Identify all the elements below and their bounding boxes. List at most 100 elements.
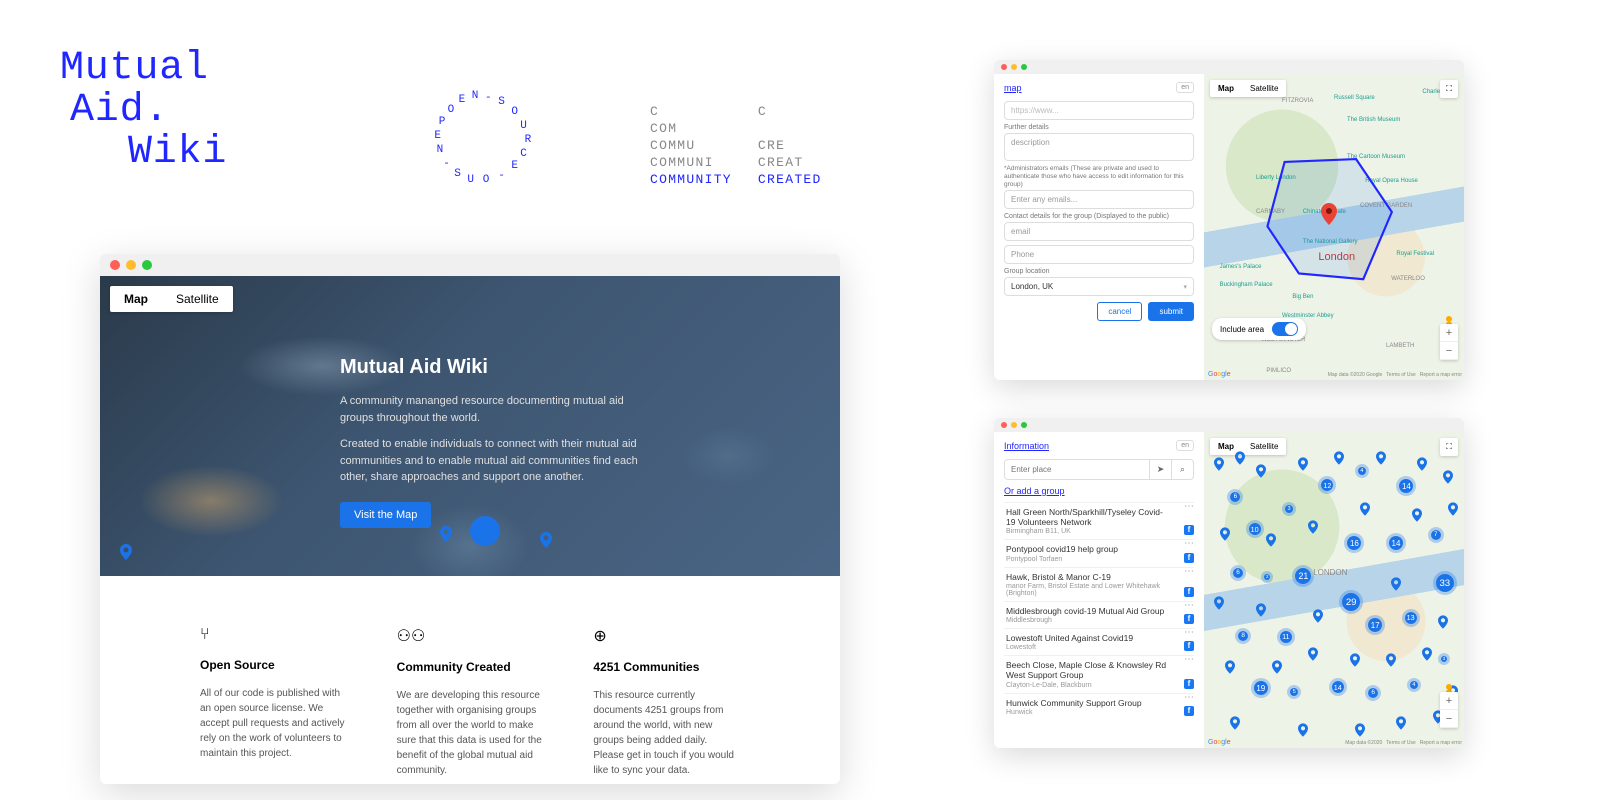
map-pin-icon[interactable] (1412, 508, 1422, 522)
cluster-marker[interactable]: 17 (1365, 615, 1385, 635)
group-list-item[interactable]: Middlesbrough covid-19 Mutual Aid Group … (1004, 601, 1194, 628)
group-list-item[interactable]: Lowestoft United Against Covid19 Lowesto… (1004, 628, 1194, 655)
facebook-icon[interactable]: f (1184, 525, 1194, 535)
zoom-in-button[interactable]: + (1440, 692, 1458, 710)
minimize-dot[interactable] (1011, 422, 1017, 428)
cluster-marker[interactable]: 12 (1318, 476, 1336, 494)
map-pin-icon[interactable] (1443, 470, 1453, 484)
more-icon[interactable]: ⋯ (1184, 658, 1194, 661)
cluster-marker[interactable]: 4 (1407, 678, 1421, 692)
cluster-marker[interactable]: 6 (1365, 685, 1381, 701)
group-list-item[interactable]: Pontypool covid19 help group Pontypool T… (1004, 539, 1194, 566)
phone-input[interactable]: Phone (1004, 245, 1194, 264)
map-pin-icon[interactable] (1256, 603, 1266, 617)
map-pin-icon[interactable] (1355, 723, 1365, 737)
map-pin-icon[interactable] (1448, 502, 1458, 516)
cluster-marker[interactable]: 14 (1386, 533, 1406, 553)
include-area-toggle[interactable]: Include area (1212, 318, 1306, 340)
cluster-marker[interactable]: 7 (1428, 527, 1444, 543)
location-pin-icon[interactable] (1321, 203, 1337, 225)
place-search-input[interactable] (1005, 460, 1149, 479)
map-pin-icon[interactable] (1438, 615, 1448, 629)
close-dot[interactable] (110, 260, 120, 270)
map-pin-icon[interactable] (1235, 451, 1245, 465)
visit-map-button[interactable]: Visit the Map (340, 502, 431, 528)
cluster-marker[interactable]: 13 (1402, 609, 1420, 627)
group-list-item[interactable]: Hunwick Community Support Group Hunwick … (1004, 693, 1194, 720)
map-tab-link[interactable]: map (1004, 83, 1022, 93)
location-select[interactable]: London, UK ▾ (1004, 277, 1194, 296)
close-dot[interactable] (1001, 422, 1007, 428)
zoom-in-button[interactable]: + (1440, 324, 1458, 342)
cluster-marker[interactable]: 4 (1355, 464, 1369, 478)
map-pin-icon[interactable] (1308, 520, 1318, 534)
map-pin-icon[interactable] (1334, 451, 1344, 465)
cluster-marker[interactable]: 3 (1438, 653, 1450, 665)
group-list-item[interactable]: Hawk, Bristol & Manor C-19 manor Farm, B… (1004, 567, 1194, 601)
maximize-dot[interactable] (142, 260, 152, 270)
cluster-marker[interactable]: 6 (1227, 489, 1243, 505)
minimize-dot[interactable] (1011, 64, 1017, 70)
cluster-marker[interactable]: 16 (1344, 533, 1364, 553)
email-input[interactable]: email (1004, 222, 1194, 241)
zoom-out-button[interactable]: − (1440, 710, 1458, 728)
map-pin-icon[interactable] (1350, 653, 1360, 667)
map-pin-icon[interactable] (1376, 451, 1386, 465)
facebook-icon[interactable]: f (1184, 587, 1194, 597)
facebook-icon[interactable]: f (1184, 641, 1194, 651)
cluster-marker[interactable]: 19 (1251, 678, 1271, 698)
map-pin-icon[interactable] (1360, 502, 1370, 516)
map-pin-icon[interactable] (1308, 647, 1318, 661)
map-pin-icon[interactable] (1313, 609, 1323, 623)
cluster-marker[interactable]: 29 (1339, 590, 1363, 614)
more-icon[interactable]: ⋯ (1184, 542, 1194, 545)
cluster-marker[interactable]: 11 (1277, 628, 1295, 646)
zoom-out-button[interactable]: − (1440, 342, 1458, 360)
map-pin-icon[interactable] (1272, 660, 1282, 674)
lang-selector[interactable]: en (1176, 440, 1194, 451)
more-icon[interactable]: ⋯ (1184, 696, 1194, 699)
map-tab[interactable]: Map (1210, 80, 1242, 97)
cluster-marker[interactable]: 14 (1329, 678, 1347, 696)
map-pin-icon[interactable] (1220, 527, 1230, 541)
map-pin-icon[interactable] (1256, 464, 1266, 478)
lang-selector[interactable]: en (1176, 82, 1194, 93)
facebook-icon[interactable]: f (1184, 679, 1194, 689)
map-pin-icon[interactable] (1422, 647, 1432, 661)
minimize-dot[interactable] (126, 260, 136, 270)
group-list-item[interactable]: Hall Green North/Sparkhill/Tyseley Covid… (1004, 502, 1194, 539)
more-icon[interactable]: ⋯ (1184, 631, 1194, 634)
cluster-marker[interactable]: 10 (1246, 520, 1264, 538)
facebook-icon[interactable]: f (1184, 706, 1194, 716)
toggle-switch[interactable] (1272, 322, 1298, 336)
more-icon[interactable]: ⋯ (1184, 570, 1194, 573)
fullscreen-icon[interactable]: ⛶ (1440, 80, 1458, 98)
map-pin-icon[interactable] (1214, 457, 1224, 471)
information-tab-link[interactable]: Information (1004, 441, 1049, 451)
close-dot[interactable] (1001, 64, 1007, 70)
cluster-marker[interactable]: 2 (1261, 571, 1273, 583)
map-pane-bottom[interactable]: Map Satellite ⛶ 106312414622116147811291… (1204, 432, 1464, 748)
description-textarea[interactable]: description (1004, 133, 1194, 161)
map-pin-icon[interactable] (1225, 660, 1235, 674)
map-pin-icon[interactable] (1386, 653, 1396, 667)
submit-button[interactable]: submit (1148, 302, 1194, 321)
cluster-marker[interactable]: 8 (1235, 628, 1251, 644)
map-pin-icon[interactable] (1391, 577, 1401, 591)
locate-icon[interactable]: ➤ (1149, 460, 1171, 479)
maximize-dot[interactable] (1021, 64, 1027, 70)
maximize-dot[interactable] (1021, 422, 1027, 428)
map-tab[interactable]: Map (110, 286, 162, 312)
facebook-icon[interactable]: f (1184, 553, 1194, 563)
admin-emails-input[interactable]: Enter any emails... (1004, 190, 1194, 209)
search-icon[interactable]: ⌕ (1171, 460, 1193, 479)
cluster-marker[interactable]: 3 (1282, 502, 1296, 516)
map-pin-icon[interactable] (1396, 716, 1406, 730)
group-list-item[interactable]: Beech Close, Maple Close & Knowsley Rd W… (1004, 655, 1194, 692)
add-group-link[interactable]: Or add a group (1004, 486, 1065, 496)
map-pin-icon[interactable] (1298, 457, 1308, 471)
map-pin-icon[interactable] (1417, 457, 1427, 471)
satellite-tab[interactable]: Satellite (1242, 80, 1286, 97)
cluster-marker[interactable]: 5 (1287, 685, 1301, 699)
map-pin-icon[interactable] (1230, 716, 1240, 730)
